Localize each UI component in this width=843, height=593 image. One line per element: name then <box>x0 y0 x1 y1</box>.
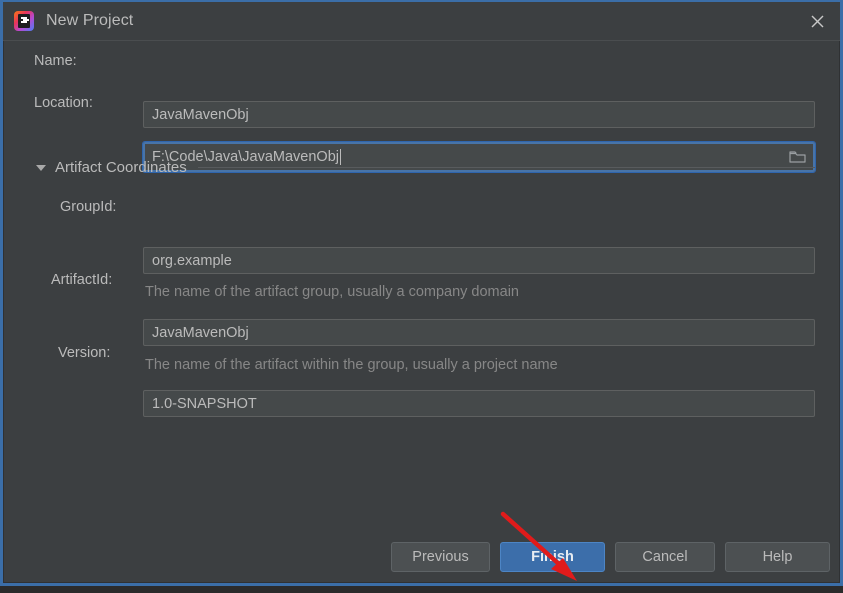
groupid-hint: The name of the artifact group, usually … <box>145 284 519 300</box>
location-label: Location: <box>34 95 93 111</box>
section-divider <box>198 167 815 168</box>
name-input[interactable]: JavaMavenObj <box>143 101 815 128</box>
name-label: Name: <box>34 53 77 69</box>
artifact-coordinates-title: Artifact Coordinates <box>55 159 187 176</box>
name-label-row: Name: <box>34 53 77 69</box>
intellij-idea-icon <box>14 11 34 31</box>
name-input-value: JavaMavenObj <box>152 107 249 123</box>
artifactid-label-row: ArtifactId: <box>51 272 112 288</box>
help-button[interactable]: Help <box>725 542 830 572</box>
new-project-dialog: New Project Name: JavaMavenObj Location:… <box>0 0 843 586</box>
artifactid-input[interactable]: JavaMavenObj <box>143 319 815 346</box>
version-label-row: Version: <box>58 345 110 361</box>
dialog-body: Name: JavaMavenObj Location: F:\Code\Jav… <box>3 41 840 582</box>
artifactid-hint: The name of the artifact within the grou… <box>145 357 558 373</box>
finish-button[interactable]: Finish <box>500 542 605 572</box>
app-icon-glyph <box>18 14 30 28</box>
previous-button[interactable]: Previous <box>391 542 490 572</box>
location-label-row: Location: <box>34 95 93 111</box>
artifactid-label: ArtifactId: <box>51 272 112 288</box>
groupid-input-value: org.example <box>152 253 232 269</box>
chevron-down-icon[interactable] <box>36 165 46 171</box>
artifact-coordinates-section-header[interactable]: Artifact Coordinates <box>36 159 815 176</box>
button-bar: Previous Finish Cancel Help <box>3 541 840 582</box>
groupid-label: GroupId: <box>60 199 116 215</box>
artifactid-input-value: JavaMavenObj <box>152 325 249 341</box>
version-input[interactable]: 1.0-SNAPSHOT <box>143 390 815 417</box>
version-label: Version: <box>58 345 110 361</box>
close-icon[interactable] <box>794 2 840 40</box>
version-input-value: 1.0-SNAPSHOT <box>152 396 257 412</box>
title-bar: New Project <box>3 2 840 40</box>
groupid-input[interactable]: org.example <box>143 247 815 274</box>
window-title: New Project <box>46 12 133 30</box>
groupid-label-row: GroupId: <box>60 199 116 215</box>
cancel-button[interactable]: Cancel <box>615 542 715 572</box>
